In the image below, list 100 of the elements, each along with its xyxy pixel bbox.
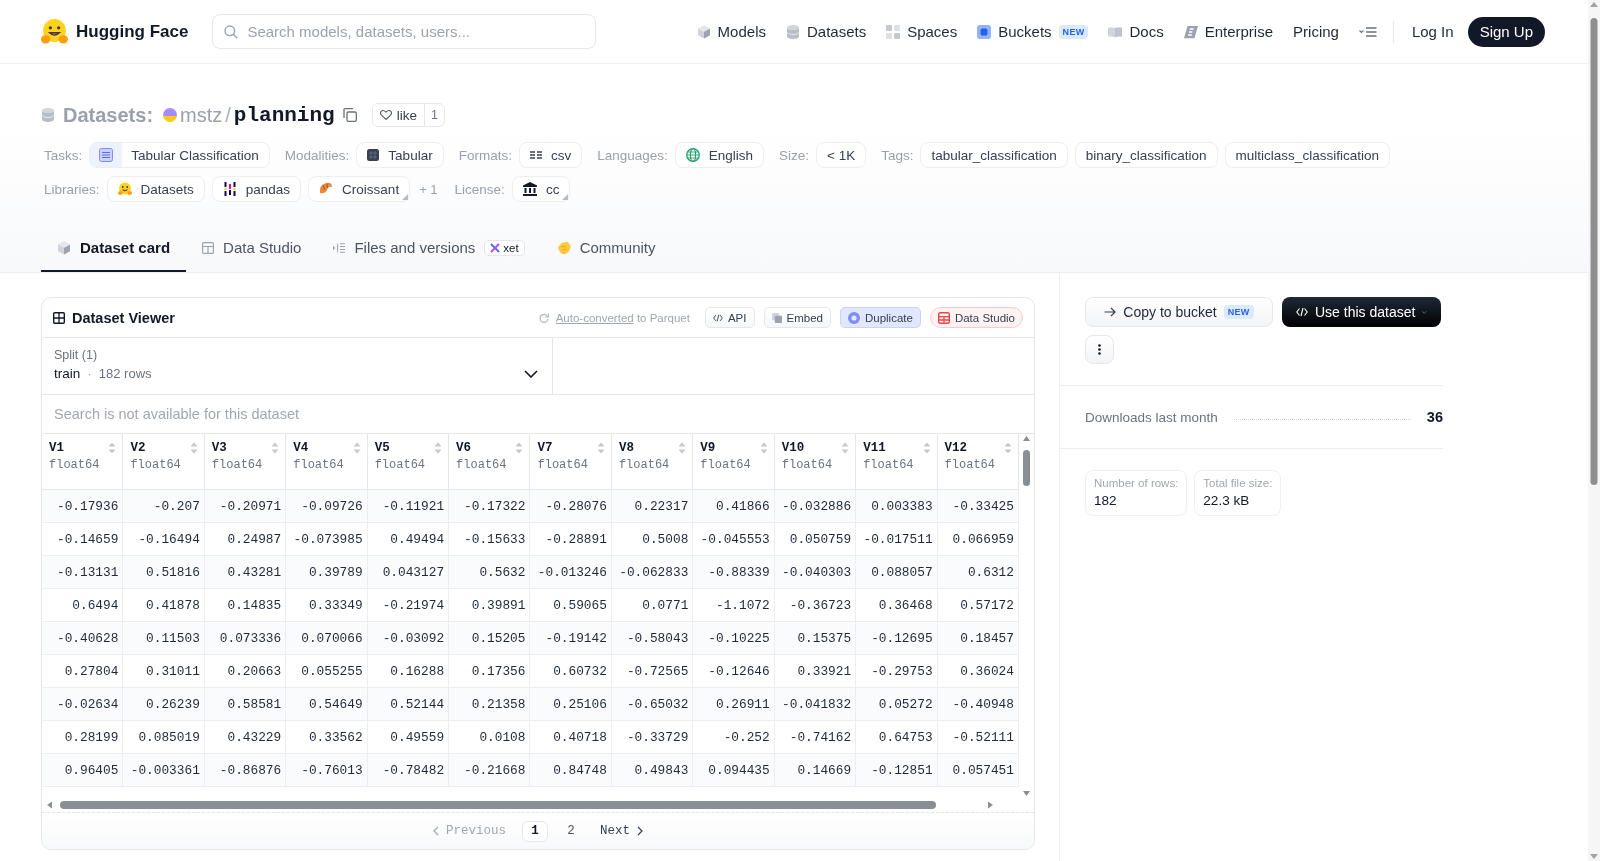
column-name: V9 xyxy=(700,441,716,455)
tab[interactable]: Files and versions xet xyxy=(317,225,541,272)
table-cell: 0.58581 xyxy=(204,688,287,721)
table-cell: -0.17936 xyxy=(42,490,124,523)
nav-link[interactable]: Spaces xyxy=(876,23,968,40)
disc-icon xyxy=(847,311,860,324)
chevron-left-icon xyxy=(433,826,439,836)
column-type: float64 xyxy=(293,458,345,472)
tag-chip[interactable]: csv xyxy=(518,142,583,168)
viewer-action-button[interactable]: Embed xyxy=(763,307,831,328)
table-cell: 0.6312 xyxy=(937,556,1019,589)
tag-chip[interactable]: Croissant xyxy=(308,176,411,202)
table-icon xyxy=(937,311,950,324)
nav-link[interactable]: Pricing xyxy=(1283,23,1349,40)
split-select[interactable]: train · 182 rows xyxy=(54,366,540,381)
column-type: float64 xyxy=(49,458,101,472)
table-cell: -0.02634 xyxy=(42,688,124,721)
table-icon xyxy=(53,311,65,324)
column-type: float64 xyxy=(781,458,834,472)
column-name: V3 xyxy=(211,441,227,455)
nav-link[interactable]: Enterprise xyxy=(1173,23,1284,40)
nav-link[interactable]: Docs xyxy=(1098,23,1174,40)
brand-link[interactable]: Hugging Face xyxy=(41,18,189,45)
table-cell: -0.33425 xyxy=(937,490,1019,523)
tag-chip[interactable]: binary_classification xyxy=(1074,142,1218,168)
tab[interactable]: Data Studio xyxy=(186,225,318,272)
viewer-action-button[interactable]: API xyxy=(704,307,755,328)
xet-badge: xet xyxy=(484,239,525,256)
tag-chip[interactable]: Tabular Classification xyxy=(89,142,270,168)
like-count: 1 xyxy=(423,104,444,126)
table-cell: 0.22317 xyxy=(611,490,694,523)
table-cell: -0.03092 xyxy=(367,622,450,655)
dataset-name-link[interactable]: planning xyxy=(233,103,335,127)
tag-chip[interactable]: cc xyxy=(511,176,571,202)
tag-chip[interactable]: Tabular xyxy=(356,142,444,168)
table-cell: 0.26239 xyxy=(123,688,205,721)
metadata-label: Languages: xyxy=(597,147,668,163)
signup-button[interactable]: Sign Up xyxy=(1467,16,1545,47)
table-cell: 0.05272 xyxy=(856,688,938,721)
square-icon xyxy=(977,24,992,39)
table-cell: -0.11921 xyxy=(367,490,450,523)
tag-chip[interactable]: Datasets xyxy=(106,176,205,202)
tab[interactable]: Community xyxy=(540,225,672,272)
bars-icon xyxy=(222,182,237,196)
database-icon xyxy=(41,108,55,122)
table-cell: -0.86876 xyxy=(204,754,287,787)
column-type: float64 xyxy=(211,458,264,472)
caret-icon xyxy=(1422,309,1427,315)
table-cell: 0.057451 xyxy=(937,754,1019,787)
tag-chip[interactable]: < 1K xyxy=(816,142,867,168)
table-cell: 0.39789 xyxy=(286,556,368,589)
downloads-count: 36 xyxy=(1426,409,1443,425)
table-cell: 0.15375 xyxy=(774,622,857,655)
vertical-scrollbar[interactable] xyxy=(1588,0,1600,861)
table-cell: -0.58043 xyxy=(611,622,694,655)
metadata-label: Size: xyxy=(779,147,810,163)
viewer-action-button[interactable]: Data Studio xyxy=(929,307,1023,328)
database-icon xyxy=(785,24,800,39)
page-link[interactable]: 1 xyxy=(522,820,548,842)
tag-chip[interactable]: multiclass_classification xyxy=(1224,142,1390,168)
table-cell: -0.12851 xyxy=(856,754,938,787)
copy-icon xyxy=(342,108,357,122)
use-dataset-button[interactable]: Use this dataset xyxy=(1282,297,1441,327)
refresh-icon xyxy=(538,312,549,323)
nav-link[interactable]: Models xyxy=(686,23,776,40)
copy-button[interactable] xyxy=(342,108,357,122)
tag-chip[interactable]: English xyxy=(674,142,764,168)
bank-icon xyxy=(522,182,537,196)
table-cell: -0.003361 xyxy=(123,754,205,787)
login-link[interactable]: Log In xyxy=(1403,23,1468,40)
more-options-button[interactable] xyxy=(1085,335,1114,364)
sort-icon xyxy=(759,442,768,454)
column-name: V6 xyxy=(456,441,472,455)
corner-triangle-icon xyxy=(562,194,569,200)
corner-triangle-icon xyxy=(402,194,409,200)
sort-icon xyxy=(352,442,361,454)
search-field[interactable]: Search models, datasets, users... xyxy=(212,14,597,49)
table-cell: -0.40628 xyxy=(42,622,124,655)
chevron-down-icon xyxy=(524,369,538,378)
sort-icon xyxy=(271,442,280,454)
tab[interactable]: Dataset card xyxy=(41,225,187,272)
table-cell: 0.070066 xyxy=(286,622,368,655)
table-cell: 0.51816 xyxy=(123,556,205,589)
nav-link[interactable]: Buckets NEW xyxy=(967,23,1099,40)
viewer-action-button[interactable]: Duplicate xyxy=(839,307,921,328)
split-label: Split (1) xyxy=(54,348,99,362)
croissant-icon xyxy=(319,182,334,196)
copy-to-bucket-button[interactable]: Copy to bucket NEW xyxy=(1085,297,1273,327)
next-page-link[interactable]: Next xyxy=(594,824,649,838)
page-link[interactable]: 2 xyxy=(558,820,584,842)
column-type: float64 xyxy=(618,458,671,472)
nav-link[interactable]: Datasets xyxy=(775,23,877,40)
table-cell: 0.41866 xyxy=(693,490,775,523)
table-cell: 0.96405 xyxy=(42,754,124,787)
sort-icon xyxy=(189,442,198,454)
tag-chip[interactable]: pandas xyxy=(211,176,302,202)
table-cell: -0.10225 xyxy=(693,622,775,655)
tag-chip[interactable]: tabular_classification xyxy=(920,142,1068,168)
list-icon xyxy=(99,148,114,162)
menu-icon xyxy=(1358,26,1377,37)
